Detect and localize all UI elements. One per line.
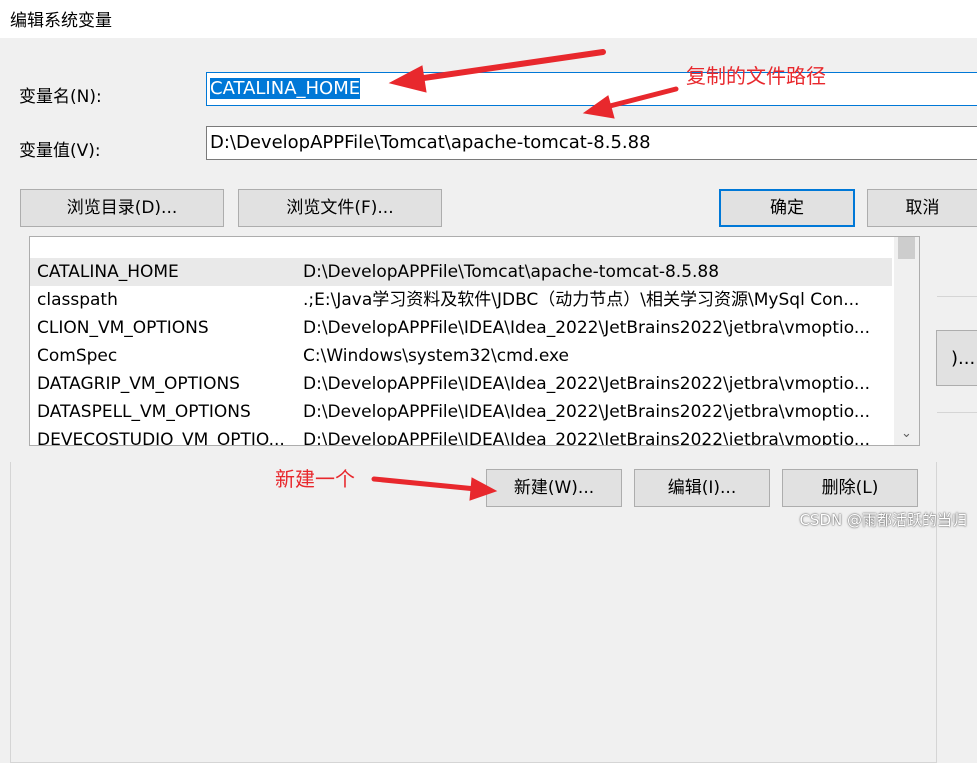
arrow-line (599, 86, 679, 111)
annotation-arrows (371, 49, 679, 501)
annotation-new-one: 新建一个 (275, 467, 355, 491)
arrow-head-icon (469, 477, 498, 501)
arrow-line (371, 476, 479, 492)
watermark: CSDN @雨都活跃的当归 (799, 511, 967, 529)
annotation-copy-path: 复制的文件路径 (686, 64, 826, 88)
arrow-head-icon (388, 65, 427, 93)
arrow-head-icon (582, 95, 615, 119)
arrow-line (407, 49, 606, 83)
